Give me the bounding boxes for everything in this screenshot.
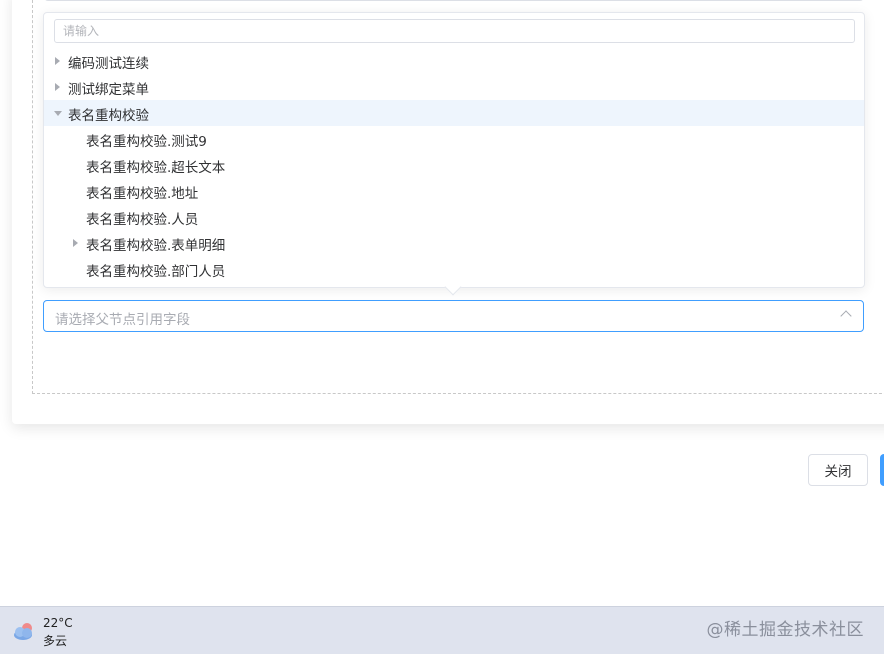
tree-node[interactable]: 表名重构校验.部门人员 (44, 256, 864, 282)
tree-node[interactable]: 表名重构校验.地址 (44, 178, 864, 204)
close-button[interactable]: 关闭 (808, 454, 868, 486)
tree-select-dropdown: 编码测试连续测试绑定菜单表名重构校验表名重构校验.测试9 表名重构校验.超长文本表… (43, 12, 865, 288)
tree-node-label: 编码测试连续 (68, 56, 149, 72)
weather-temperature: 22°C (43, 616, 73, 630)
tree-node-label: 表名重构校验.超长文本 (86, 160, 226, 176)
watermark-text: @稀土掘金技术社区 (706, 620, 864, 640)
tree-node-label: 表名重构校验.部门人员 (86, 264, 226, 280)
tree-node[interactable]: 测试绑定菜单 (44, 74, 864, 100)
weather-condition: 多云 (43, 634, 68, 648)
tree-node[interactable]: 表名重构校验.人员 (44, 204, 864, 230)
upper-field-edge (44, 0, 864, 1)
caret-right-icon[interactable] (55, 57, 60, 65)
page: 编码测试连续测试绑定菜单表名重构校验表名重构校验.测试9 表名重构校验.超长文本表… (0, 0, 884, 654)
field-tree: 编码测试连续 测试绑定菜单 表名重构校验表名重构校验.测试9 表名重构校验.超长文本表… (44, 48, 864, 282)
tree-filter-input[interactable] (54, 19, 855, 43)
caret-down-icon[interactable] (54, 111, 62, 116)
cloudy-icon[interactable] (12, 620, 38, 646)
chevron-up-icon[interactable] (840, 310, 852, 322)
tree-node-label: 表名重构校验.人员 (86, 212, 199, 228)
caret-right-icon[interactable] (55, 83, 60, 91)
caret-right-icon[interactable] (73, 239, 78, 247)
tree-node-label: 表名重构校验 (68, 108, 149, 124)
parent-field-select[interactable]: 请选择父节点引用字段 (43, 300, 864, 332)
confirm-button[interactable] (880, 454, 884, 486)
tree-node-label: 表名重构校验.表单明细 (86, 238, 226, 254)
tree-node[interactable]: 编码测试连续 (44, 48, 864, 74)
tree-node[interactable]: 表名重构校验.超长文本 (44, 152, 864, 178)
tree-node[interactable]: 表名重构校验.测试9 (44, 126, 864, 152)
parent-field-select-placeholder: 请选择父节点引用字段 (55, 312, 190, 328)
tree-node[interactable]: 表名重构校验 (44, 100, 864, 126)
tree-node-label: 表名重构校验.地址 (86, 186, 199, 202)
tree-node[interactable]: 表名重构校验.表单明细 (44, 230, 864, 256)
taskbar: 22°C 多云 @稀土掘金技术社区 (0, 606, 884, 654)
tree-node-label: 测试绑定菜单 (68, 82, 149, 98)
tree-node-label: 表名重构校验.测试9 (86, 134, 207, 150)
